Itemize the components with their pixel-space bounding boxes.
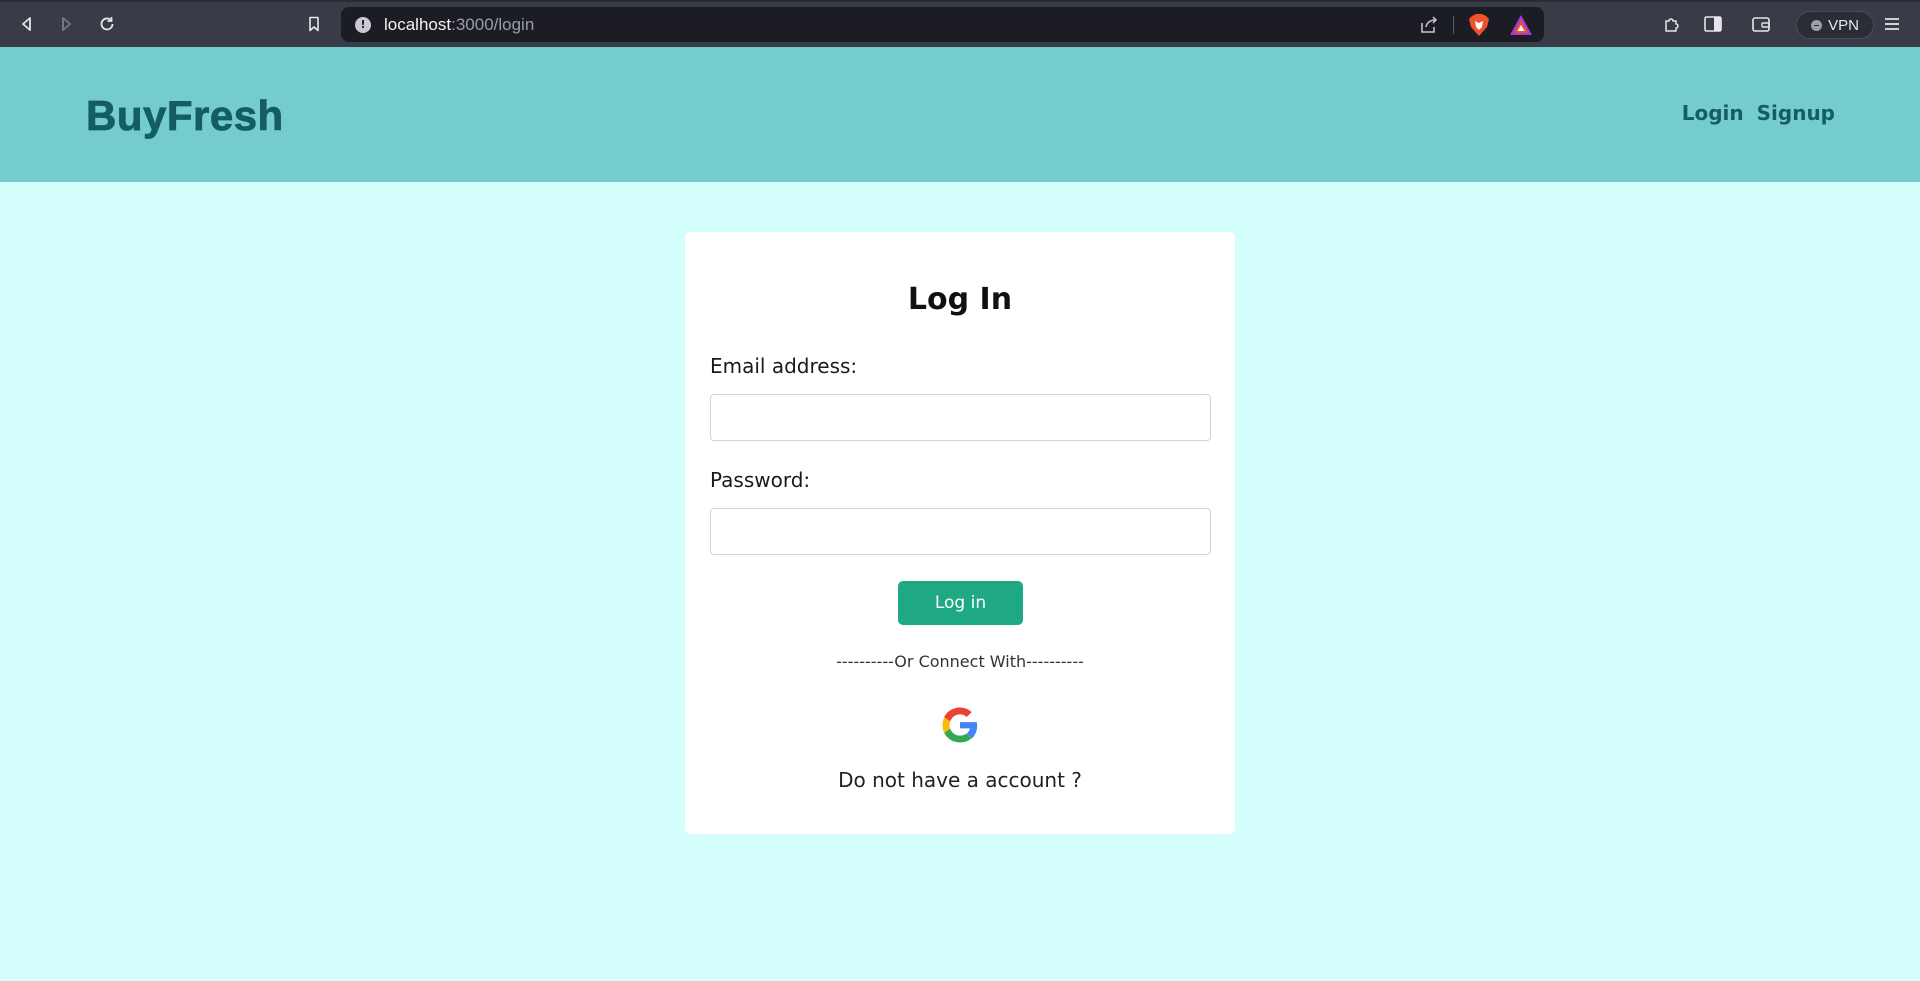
- connect-divider: ----------Or Connect With----------: [836, 652, 1084, 671]
- email-label: Email address:: [710, 354, 858, 378]
- back-icon[interactable]: [16, 13, 38, 35]
- login-card: Log In Email address: Password: Log in -…: [685, 232, 1235, 834]
- vpn-status-icon: [1811, 19, 1823, 31]
- reload-icon[interactable]: [96, 13, 118, 35]
- brave-shields-icon[interactable]: [1468, 13, 1490, 37]
- login-title: Log In: [907, 282, 1013, 317]
- vpn-label: VPN: [1828, 16, 1859, 34]
- wallet-icon[interactable]: [1750, 13, 1772, 35]
- site-info-icon[interactable]: !: [355, 17, 371, 33]
- browser-toolbar: ! localhost:3000/login VPN: [0, 0, 1920, 47]
- page-body: Log In Email address: Password: Log in -…: [0, 182, 1920, 981]
- address-bar-divider: [1453, 16, 1454, 34]
- signup-prompt-link[interactable]: Do not have a account ?: [685, 768, 1235, 792]
- extensions-icon[interactable]: [1661, 13, 1683, 35]
- nav-login-link[interactable]: Login: [1682, 101, 1744, 125]
- nav-signup-link[interactable]: Signup: [1757, 101, 1835, 125]
- google-icon[interactable]: [939, 704, 981, 746]
- url-host: localhost: [384, 15, 452, 34]
- header-nav: Login Signup: [1682, 101, 1835, 125]
- email-field[interactable]: [710, 394, 1211, 441]
- site-header: BuyFresh Login Signup: [0, 47, 1920, 182]
- share-icon[interactable]: [1419, 15, 1439, 35]
- url-text: localhost:3000/login: [384, 15, 534, 35]
- address-bar[interactable]: ! localhost:3000/login: [341, 7, 1544, 42]
- url-path: :3000/login: [451, 15, 535, 34]
- vpn-button[interactable]: VPN: [1796, 11, 1874, 39]
- password-field[interactable]: [710, 508, 1211, 555]
- brand-logo[interactable]: BuyFresh: [86, 92, 284, 140]
- forward-icon[interactable]: [55, 13, 77, 35]
- brave-rewards-icon[interactable]: [1509, 14, 1533, 36]
- password-label: Password:: [710, 468, 811, 492]
- bookmark-icon[interactable]: [303, 13, 325, 35]
- sidebar-icon[interactable]: [1702, 13, 1724, 35]
- menu-icon[interactable]: [1881, 13, 1903, 35]
- login-button[interactable]: Log in: [898, 581, 1023, 625]
